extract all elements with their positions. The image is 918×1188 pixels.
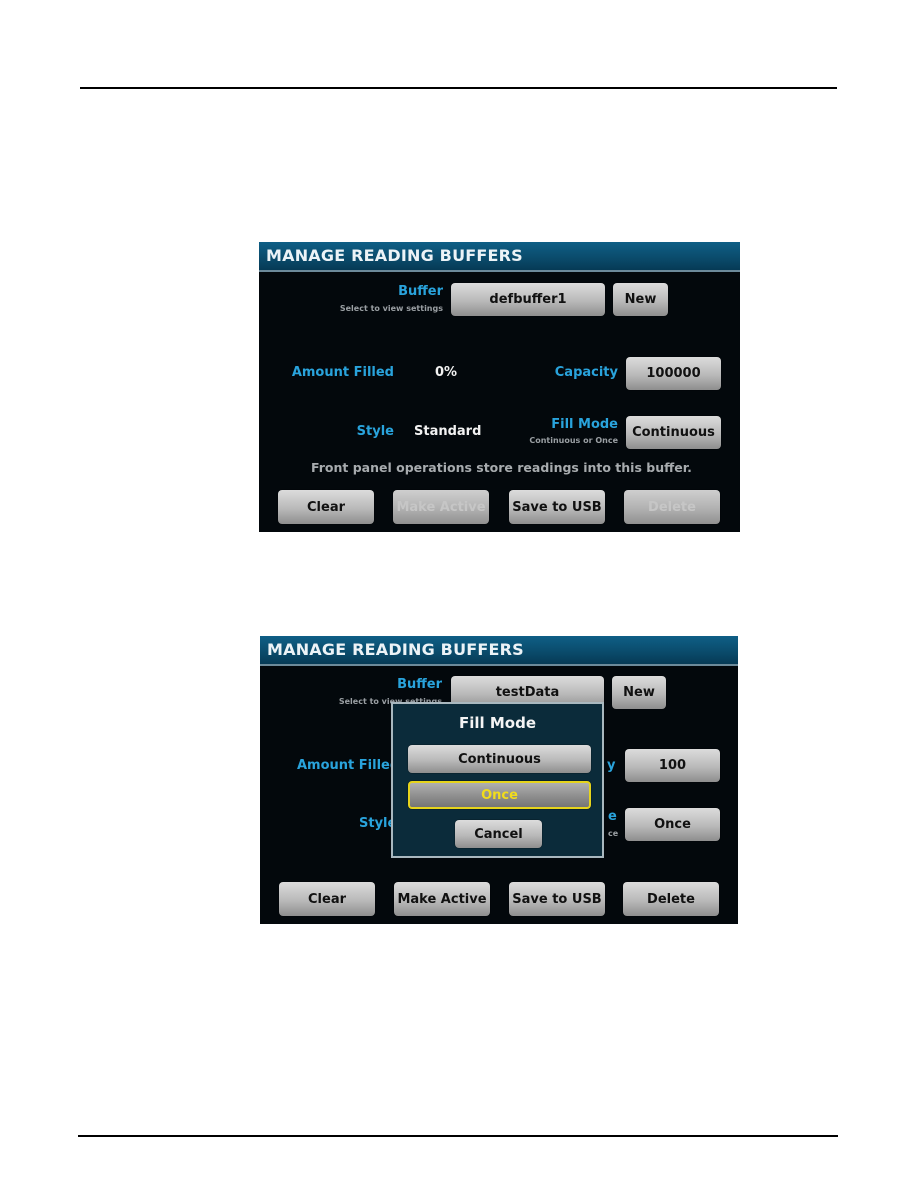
option-continuous-button[interactable]: Continuous (408, 745, 591, 773)
new-buffer-button[interactable]: New (613, 283, 668, 316)
fill-mode-label: Fill Mode (551, 417, 618, 432)
save-to-usb-button[interactable]: Save to USB (509, 490, 605, 524)
clear-button[interactable]: Clear (278, 490, 374, 524)
dialog-title: Fill Mode (458, 714, 537, 732)
delete-button[interactable]: Delete (623, 882, 719, 916)
fill-mode-sublabel: Continuous or Once (529, 436, 618, 445)
screen-title: MANAGE READING BUFFERS (266, 246, 523, 265)
fill-mode-button[interactable]: Once (625, 808, 720, 841)
buffer-label: Buffer (397, 677, 442, 692)
page-footer-rule (78, 1135, 838, 1137)
screen-title: MANAGE READING BUFFERS (267, 640, 524, 659)
amount-filled-value: 0% (435, 365, 458, 380)
fill-mode-dialog: Fill Mode Continuous Once Cancel (391, 702, 604, 858)
dialog-cancel-button[interactable]: Cancel (455, 820, 542, 848)
capacity-label: Capacity (554, 365, 618, 380)
fill-mode-sublabel-partial: ce (608, 829, 619, 838)
fill-mode-label-partial: e (608, 809, 617, 824)
style-value: Standard (414, 424, 482, 439)
amount-filled-label: Amount Filled (291, 365, 394, 380)
buffer-sublabel: Select to view settings (339, 304, 443, 313)
buffer-label: Buffer (398, 284, 443, 299)
buffer-note: Front panel operations store readings in… (311, 460, 692, 475)
amount-filled-label: Amount Filled (297, 758, 400, 773)
style-label: Style (356, 424, 394, 439)
title-bar: MANAGE READING BUFFERS (259, 242, 740, 272)
title-bar: MANAGE READING BUFFERS (260, 636, 738, 666)
option-once-button[interactable]: Once (408, 781, 591, 809)
capacity-button[interactable]: 100000 (626, 357, 721, 390)
capacity-button[interactable]: 100 (625, 749, 720, 782)
clear-button[interactable]: Clear (279, 882, 375, 916)
manage-reading-buffers-screen-1: MANAGE READING BUFFERS Buffer Select to … (259, 242, 740, 532)
save-to-usb-button[interactable]: Save to USB (509, 882, 605, 916)
delete-button[interactable]: Delete (624, 490, 720, 524)
buffer-select-button[interactable]: defbuffer1 (451, 283, 605, 316)
manage-reading-buffers-screen-2: MANAGE READING BUFFERS Buffer Select to … (260, 636, 738, 924)
make-active-button[interactable]: Make Active (393, 490, 489, 524)
fill-mode-button[interactable]: Continuous (626, 416, 721, 449)
page-header-rule (80, 87, 837, 89)
make-active-button[interactable]: Make Active (394, 882, 490, 916)
capacity-label-partial: y (607, 758, 616, 773)
new-buffer-button[interactable]: New (612, 676, 666, 709)
